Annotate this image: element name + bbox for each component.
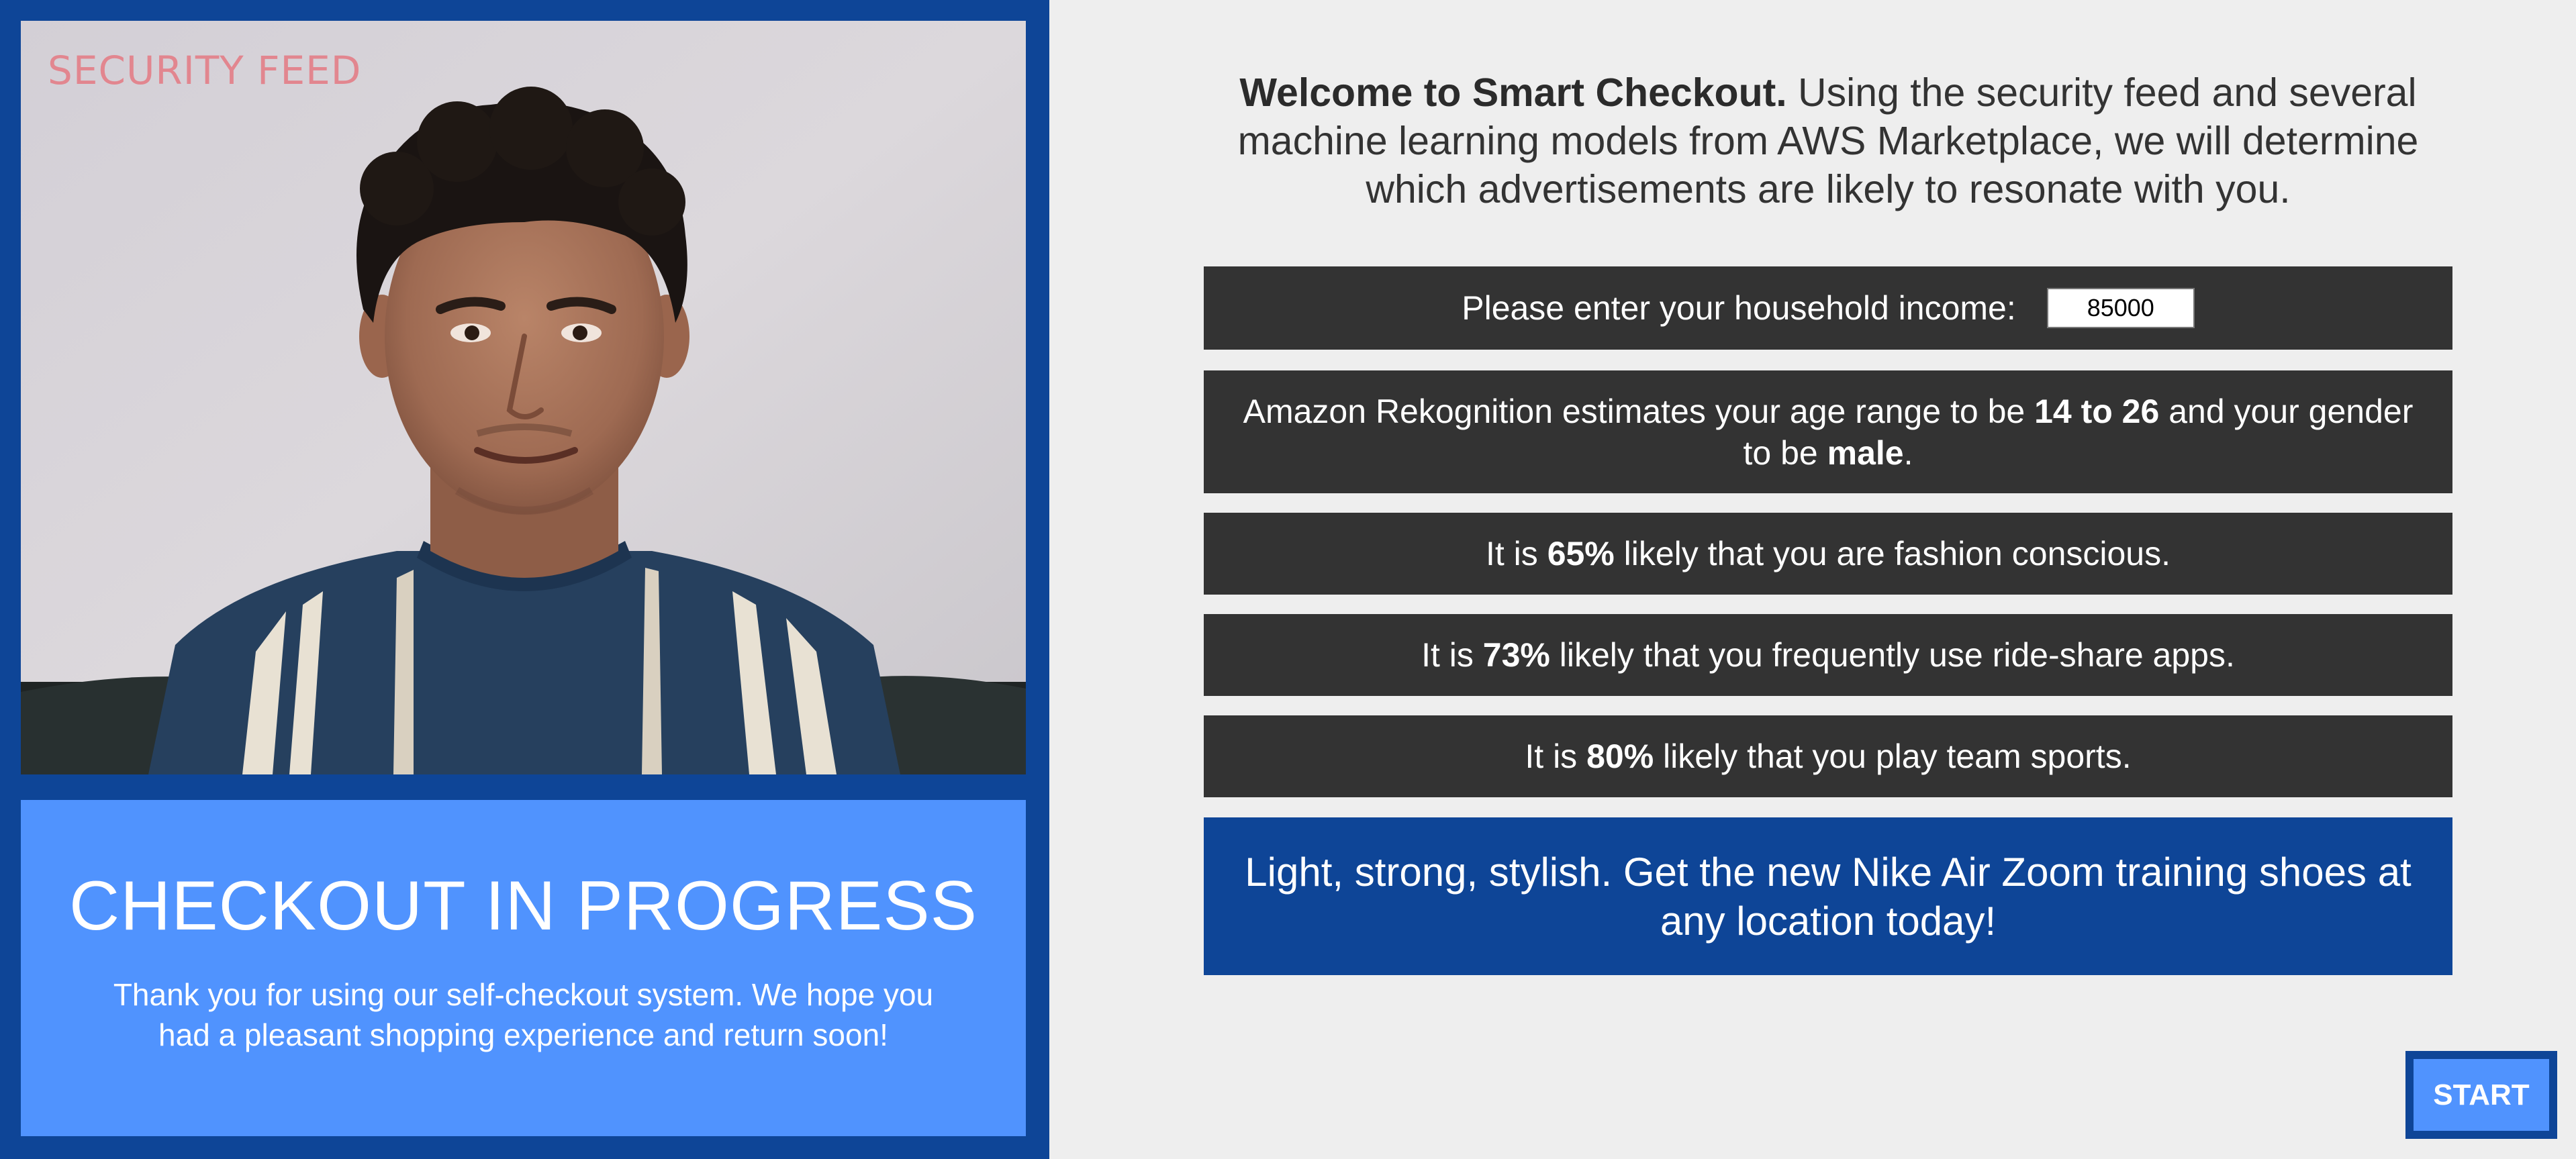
- prediction-suffix: likely that you frequently use ride-shar…: [1549, 636, 2235, 674]
- prediction-suffix: likely that you play team sports.: [1654, 738, 2132, 775]
- prediction-fashion-text: It is 65% likely that you are fashion co…: [1486, 533, 2170, 574]
- prediction-suffix: likely that you are fashion conscious.: [1614, 535, 2170, 572]
- smart-checkout-screen: SECURITY FEED CHECKOUT IN PROGRESS Thank…: [0, 0, 2576, 1159]
- prediction-team-sports: It is 80% likely that you play team spor…: [1204, 715, 2452, 797]
- checkout-status-panel: CHECKOUT IN PROGRESS Thank you for using…: [21, 800, 1026, 1136]
- checkout-status-title: CHECKOUT IN PROGRESS: [69, 867, 977, 945]
- rekognition-suffix: .: [1903, 434, 1913, 472]
- prediction-rideshare: It is 73% likely that you frequently use…: [1204, 614, 2452, 696]
- rekognition-estimate: Amazon Rekognition estimates your age ra…: [1204, 370, 2452, 493]
- welcome-message: Welcome to Smart Checkout. Using the sec…: [1204, 68, 2452, 213]
- advertisement-banner: Light, strong, stylish. Get the new Nike…: [1204, 817, 2452, 975]
- welcome-heading: Welcome to Smart Checkout.: [1239, 70, 1787, 115]
- prediction-fashion: It is 65% likely that you are fashion co…: [1204, 513, 2452, 595]
- security-feed: SECURITY FEED: [21, 21, 1026, 774]
- income-row: Please enter your household income:: [1204, 266, 2452, 350]
- security-feed-image: [21, 21, 1026, 774]
- left-panel: SECURITY FEED CHECKOUT IN PROGRESS Thank…: [0, 0, 1049, 1159]
- prediction-prefix: It is: [1525, 738, 1587, 775]
- prediction-prefix: It is: [1486, 535, 1547, 572]
- checkout-status-message: Thank you for using our self-checkout sy…: [113, 977, 934, 1052]
- gender-value: male: [1827, 434, 1904, 472]
- prediction-percent: 73%: [1482, 636, 1550, 674]
- income-input[interactable]: [2046, 288, 2195, 328]
- income-label: Please enter your household income:: [1462, 289, 2016, 327]
- age-range-value: 14 to 26: [2034, 392, 2160, 430]
- rekognition-text: Amazon Rekognition estimates your age ra…: [1231, 391, 2426, 474]
- rekognition-prefix: Amazon Rekognition estimates your age ra…: [1243, 392, 2035, 430]
- advertisement-text: Light, strong, stylish. Get the new Nike…: [1245, 849, 2412, 944]
- start-button[interactable]: START: [2405, 1051, 2557, 1139]
- prediction-percent: 65%: [1547, 535, 1615, 572]
- prediction-rideshare-text: It is 73% likely that you frequently use…: [1421, 634, 2235, 676]
- prediction-percent: 80%: [1586, 738, 1654, 775]
- security-feed-label: SECURITY FEED: [48, 48, 362, 93]
- prediction-prefix: It is: [1421, 636, 1483, 674]
- prediction-team-sports-text: It is 80% likely that you play team spor…: [1525, 736, 2131, 777]
- right-panel: Welcome to Smart Checkout. Using the sec…: [1049, 0, 2576, 1159]
